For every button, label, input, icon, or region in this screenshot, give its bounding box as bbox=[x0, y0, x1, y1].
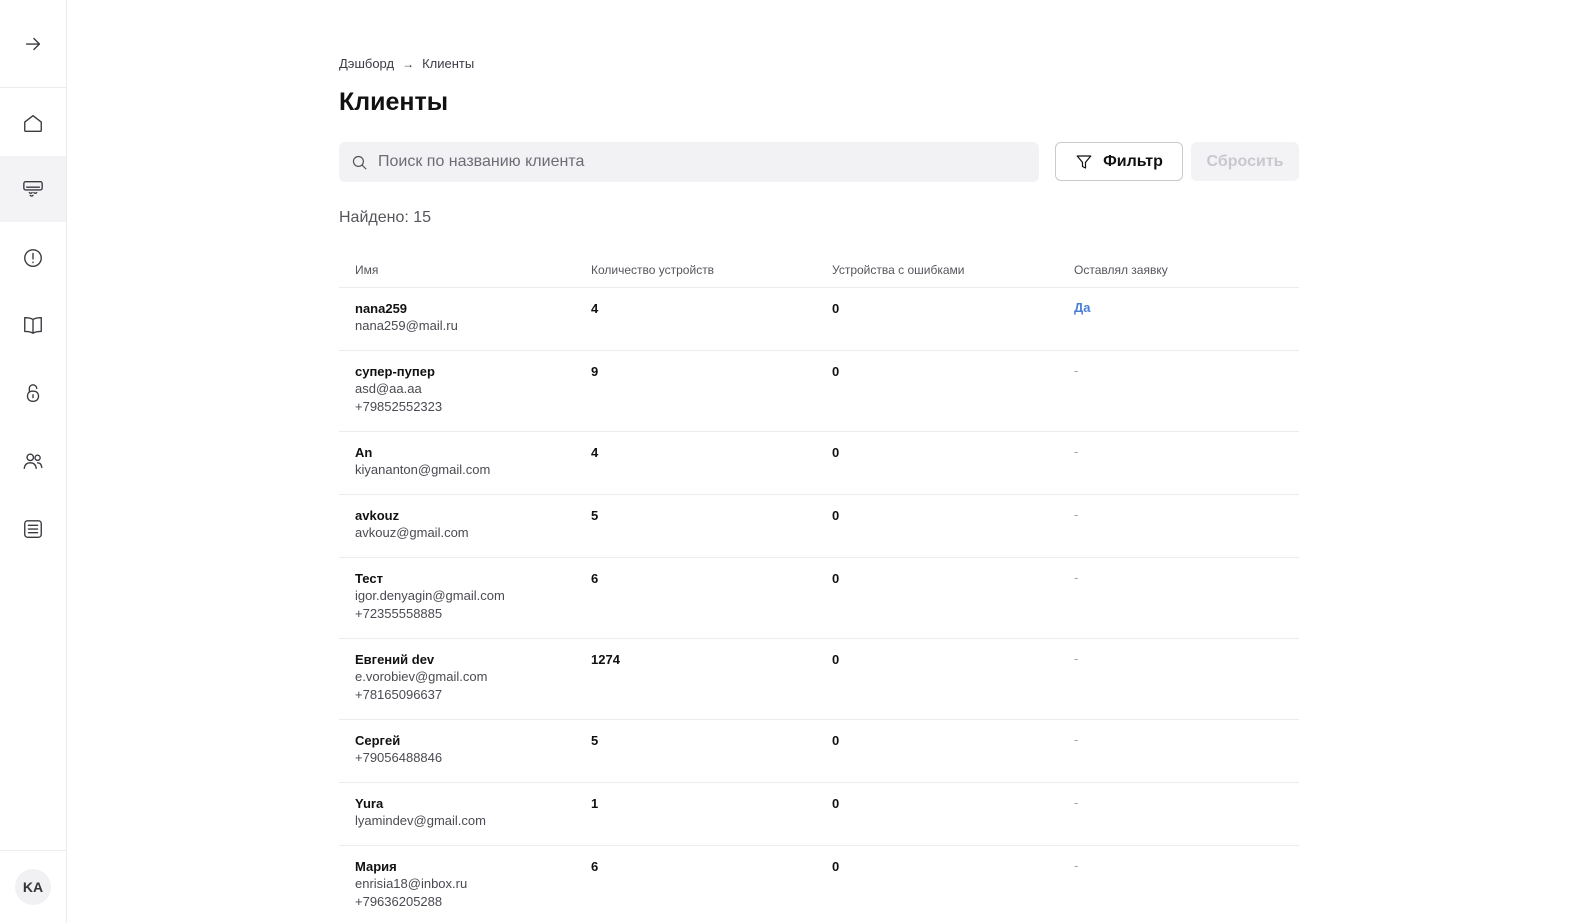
client-contact: +79852552323 bbox=[355, 399, 443, 414]
table-row[interactable]: Yura lyamindev@gmail.com 1 0 - bbox=[339, 783, 1299, 846]
column-header-request[interactable]: Оставлял заявку bbox=[1074, 263, 1299, 277]
device-count: 9 bbox=[591, 364, 599, 379]
breadcrumb: Дэшборд → Клиенты bbox=[339, 56, 474, 71]
filter-icon bbox=[1076, 154, 1092, 169]
breadcrumb-current: Клиенты bbox=[422, 56, 475, 71]
reset-button[interactable]: Сбросить bbox=[1191, 142, 1299, 181]
error-count: 0 bbox=[832, 508, 840, 523]
device-count: 4 bbox=[591, 301, 599, 316]
lock-icon bbox=[26, 384, 40, 402]
search-input[interactable] bbox=[378, 153, 1018, 171]
request-status: - bbox=[1074, 858, 1079, 873]
client-contact: +78165096637 bbox=[355, 687, 443, 702]
sidebar-item-logs[interactable] bbox=[0, 496, 66, 562]
device-count: 5 bbox=[591, 733, 599, 748]
sidebar: KA bbox=[0, 0, 67, 923]
results-count: Найдено: 15 bbox=[339, 209, 432, 226]
sidebar-toggle-button[interactable] bbox=[0, 0, 66, 88]
client-name: Тест bbox=[355, 571, 383, 586]
column-header-errors[interactable]: Устройства с ошибками bbox=[832, 263, 1074, 277]
table-row[interactable]: Евгений dev e.vorobiev@gmail.com +781650… bbox=[339, 639, 1299, 720]
table-row[interactable]: Тест igor.denyagin@gmail.com +7235555888… bbox=[339, 558, 1299, 639]
search-bar bbox=[339, 142, 1039, 182]
sidebar-item-clients[interactable] bbox=[0, 428, 66, 494]
table-row[interactable]: nana259 nana259@mail.ru 4 0 Да bbox=[339, 288, 1299, 351]
table-header: Имя Количество устройств Устройства с ош… bbox=[339, 252, 1299, 288]
table-row[interactable]: avkouz avkouz@gmail.com 5 0 - bbox=[339, 495, 1299, 558]
book-icon bbox=[24, 316, 42, 334]
client-contact: avkouz@gmail.com bbox=[355, 525, 469, 540]
error-count: 0 bbox=[832, 301, 840, 316]
client-contact: nana259@mail.ru bbox=[355, 318, 458, 333]
error-count: 0 bbox=[832, 364, 840, 379]
client-contact: kiyananton@gmail.com bbox=[355, 462, 491, 477]
users-icon bbox=[23, 453, 43, 470]
column-header-devices[interactable]: Количество устройств bbox=[591, 263, 832, 277]
client-name: супер-пупер bbox=[355, 364, 435, 379]
table-row[interactable]: Мария enrisia18@inbox.ru +79636205288 6 … bbox=[339, 846, 1299, 923]
clients-table: Имя Количество устройств Устройства с ош… bbox=[339, 252, 1299, 923]
home-icon bbox=[24, 114, 42, 132]
sidebar-profile: KA bbox=[0, 850, 66, 923]
alert-circle-icon bbox=[24, 249, 42, 267]
column-header-name[interactable]: Имя bbox=[339, 263, 591, 277]
client-contact: enrisia18@inbox.ru bbox=[355, 876, 468, 891]
filter-button[interactable]: Фильтр bbox=[1055, 142, 1183, 181]
sidebar-item-knowledge[interactable] bbox=[0, 292, 66, 358]
avatar[interactable]: KA bbox=[15, 869, 51, 905]
breadcrumb-arrow-icon: → bbox=[402, 56, 415, 71]
filter-button-label: Фильтр bbox=[1103, 152, 1163, 170]
request-status[interactable]: Да bbox=[1074, 301, 1299, 315]
device-count: 6 bbox=[591, 571, 599, 586]
client-contact: lyamindev@gmail.com bbox=[355, 813, 486, 828]
client-contact: e.vorobiev@gmail.com bbox=[355, 669, 488, 684]
device-count: 4 bbox=[591, 445, 599, 460]
device-count: 6 bbox=[591, 859, 599, 874]
error-count: 0 bbox=[832, 859, 840, 874]
sidebar-item-alerts[interactable] bbox=[0, 225, 66, 291]
error-count: 0 bbox=[832, 733, 840, 748]
client-contact: +79636205288 bbox=[355, 894, 443, 909]
client-name: An bbox=[355, 445, 373, 460]
sidebar-item-devices[interactable] bbox=[0, 156, 66, 222]
client-name: Мария bbox=[355, 859, 397, 874]
request-status: - bbox=[1074, 651, 1079, 666]
table-row[interactable]: An kiyananton@gmail.com 4 0 - bbox=[339, 432, 1299, 495]
device-count: 1 bbox=[591, 796, 599, 811]
client-name: avkouz bbox=[355, 508, 400, 523]
request-status: - bbox=[1074, 795, 1079, 810]
client-contact: igor.denyagin@gmail.com bbox=[355, 588, 505, 603]
client-contact: asd@aa.aa bbox=[355, 381, 422, 396]
client-name: nana259 bbox=[355, 301, 408, 316]
search-icon bbox=[352, 155, 367, 169]
client-contact: +79056488846 bbox=[355, 750, 443, 765]
client-name: Сергей bbox=[355, 733, 401, 748]
error-count: 0 bbox=[832, 445, 840, 460]
breadcrumb-dashboard-link[interactable]: Дэшборд bbox=[339, 56, 394, 71]
page-title: Клиенты bbox=[339, 88, 449, 116]
list-icon bbox=[24, 520, 42, 538]
client-name: Yura bbox=[355, 796, 384, 811]
device-count: 5 bbox=[591, 508, 599, 523]
request-status: - bbox=[1074, 507, 1079, 522]
client-contact: +72355558885 bbox=[355, 606, 443, 621]
error-count: 0 bbox=[832, 652, 840, 667]
request-status: - bbox=[1074, 363, 1079, 378]
arrow-right-icon bbox=[25, 37, 41, 50]
device-count: 1274 bbox=[591, 652, 620, 667]
table-row[interactable]: супер-пупер asd@aa.aa +79852552323 9 0 - bbox=[339, 351, 1299, 432]
error-count: 0 bbox=[832, 796, 840, 811]
sidebar-item-home[interactable] bbox=[0, 90, 66, 156]
sidebar-item-security[interactable] bbox=[0, 360, 66, 426]
air-conditioner-icon bbox=[23, 180, 43, 197]
client-name: Евгений dev bbox=[355, 652, 435, 667]
table-row[interactable]: Сергей +79056488846 5 0 - bbox=[339, 720, 1299, 783]
request-status: - bbox=[1074, 570, 1079, 585]
error-count: 0 bbox=[832, 571, 840, 586]
request-status: - bbox=[1074, 444, 1079, 459]
request-status: - bbox=[1074, 732, 1079, 747]
